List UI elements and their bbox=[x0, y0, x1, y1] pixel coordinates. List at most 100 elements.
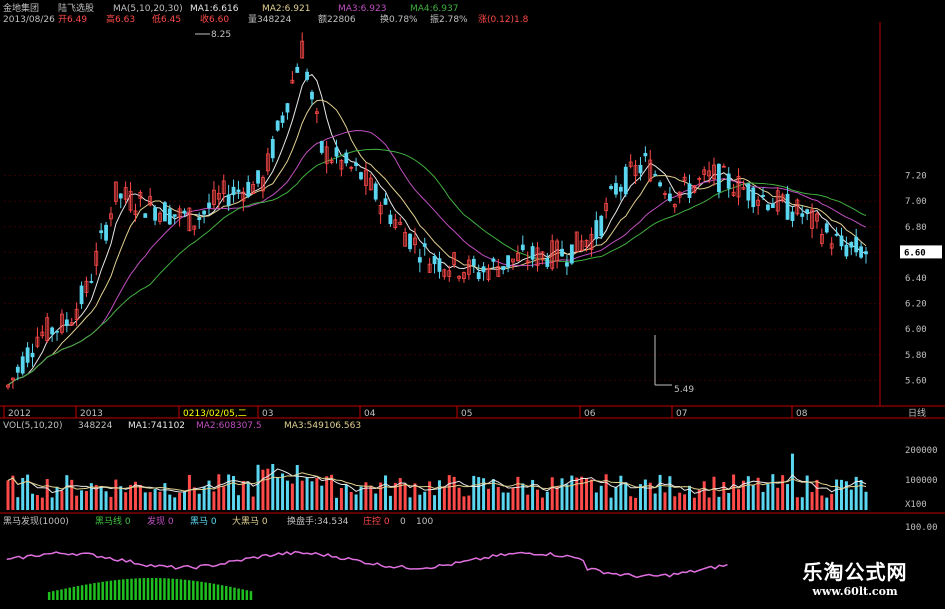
header-item: MA2:6.921 bbox=[262, 4, 310, 14]
price-axis: 7.207.006.806.606.406.206.005.805.606.60 bbox=[900, 172, 942, 386]
oscillator-bar bbox=[229, 586, 232, 600]
volume-bar bbox=[138, 484, 142, 510]
oscillator-bar bbox=[134, 578, 137, 600]
volume-bar bbox=[599, 485, 603, 510]
indicator-panel: 100.00 bbox=[6, 523, 938, 600]
volume-bar bbox=[560, 478, 564, 510]
oscillator-bar bbox=[113, 580, 117, 600]
oscillator-bar bbox=[233, 587, 236, 600]
volume-bar bbox=[16, 497, 20, 510]
volume-bar bbox=[462, 496, 466, 510]
oscillator-bar bbox=[101, 581, 104, 600]
y-tick-label: 6.20 bbox=[905, 300, 927, 310]
oscillator-bar bbox=[237, 588, 240, 600]
candle-body bbox=[64, 319, 69, 326]
candle-body bbox=[859, 246, 863, 258]
volume-bar bbox=[163, 483, 167, 510]
volume-bar bbox=[413, 483, 417, 510]
candle-body bbox=[226, 194, 231, 206]
y-tick-label: 5.80 bbox=[905, 351, 927, 361]
volume-bar bbox=[320, 485, 324, 510]
candle-body bbox=[20, 356, 25, 374]
candle-body bbox=[182, 210, 187, 214]
volume-bar bbox=[511, 487, 515, 510]
volume-header-item: 348224 bbox=[78, 421, 113, 431]
candle-body bbox=[839, 235, 844, 247]
volume-bar bbox=[472, 475, 476, 510]
x-tick-label: 04 bbox=[364, 409, 376, 419]
oscillator-tick-label: 100.00 bbox=[905, 523, 938, 533]
volume-bar bbox=[751, 485, 755, 510]
volume-bar bbox=[202, 486, 206, 510]
oscillator-bar bbox=[167, 578, 170, 600]
volume-bar bbox=[737, 489, 741, 510]
candle-body bbox=[207, 202, 211, 209]
volume-bar bbox=[217, 474, 221, 510]
candle-body bbox=[569, 244, 574, 264]
chart-text: 金地集团 陆飞选股 MA(5,10,20,30) MA1:6.616 MA2:6.921… bbox=[3, 2, 529, 527]
quote-item: 收6.60 bbox=[200, 13, 229, 25]
candle-body bbox=[800, 213, 805, 217]
volume-bar bbox=[70, 479, 74, 510]
oscillator-bar bbox=[52, 591, 55, 600]
volume-bar bbox=[315, 478, 319, 510]
candle-body bbox=[167, 208, 172, 225]
volume-bar bbox=[839, 479, 843, 510]
volume-bar bbox=[80, 490, 84, 510]
oscillator-bar bbox=[208, 583, 212, 600]
volume-bar bbox=[354, 494, 358, 510]
oscillator-bar bbox=[117, 579, 121, 600]
volume-bar bbox=[810, 492, 814, 510]
volume-bar bbox=[761, 491, 765, 510]
x-tick-label: 08 bbox=[796, 409, 808, 419]
candle-body bbox=[491, 258, 496, 262]
candle-body bbox=[118, 193, 123, 199]
candle-body bbox=[236, 189, 241, 192]
volume-bar bbox=[148, 492, 152, 510]
volume-bar bbox=[452, 476, 456, 510]
volume-bar bbox=[815, 479, 819, 510]
candle-body bbox=[824, 223, 829, 233]
oscillator-bar bbox=[89, 583, 92, 600]
volume-bar bbox=[624, 482, 628, 510]
oscillator-bar bbox=[249, 591, 253, 600]
volume-bar bbox=[114, 479, 118, 510]
candle-body bbox=[408, 233, 412, 250]
volume-bar bbox=[849, 489, 853, 510]
current-price-label: 6.60 bbox=[904, 248, 926, 258]
candle-body bbox=[481, 266, 486, 273]
candle-body bbox=[89, 281, 94, 283]
ma-line bbox=[7, 99, 867, 386]
volume-bar bbox=[423, 491, 427, 510]
candle-body bbox=[55, 330, 59, 333]
candle-body bbox=[751, 187, 756, 208]
candle-body bbox=[79, 285, 84, 305]
volume-bar bbox=[550, 477, 554, 510]
oscillator-bar bbox=[72, 586, 76, 600]
volume-bar bbox=[305, 477, 309, 510]
volume-bar bbox=[805, 475, 809, 510]
volume-bar bbox=[835, 479, 839, 510]
oscillator-bar bbox=[68, 587, 71, 600]
candle-body bbox=[104, 224, 108, 241]
volume-unit-label: X100 bbox=[905, 500, 927, 510]
candle-body bbox=[143, 213, 148, 218]
candle-body bbox=[761, 195, 765, 197]
oscillator-bar bbox=[126, 578, 129, 600]
candle-body bbox=[422, 243, 427, 247]
x-tick-label: 日线 bbox=[908, 407, 926, 419]
volume-bar bbox=[771, 474, 775, 510]
oscillator-bar bbox=[154, 578, 158, 600]
volume-bar bbox=[565, 484, 569, 510]
volume-bar bbox=[467, 495, 471, 510]
volume-bar bbox=[526, 494, 530, 510]
candle-body bbox=[844, 244, 849, 257]
volume-bar bbox=[614, 486, 618, 510]
volume-bar bbox=[119, 486, 123, 510]
oscillator-bar bbox=[80, 585, 84, 600]
candle-body bbox=[162, 202, 167, 222]
volume-bar bbox=[697, 489, 701, 510]
volume-bar bbox=[732, 474, 736, 510]
quote-item: 振2.78% bbox=[430, 13, 468, 25]
candle-body bbox=[560, 248, 564, 257]
